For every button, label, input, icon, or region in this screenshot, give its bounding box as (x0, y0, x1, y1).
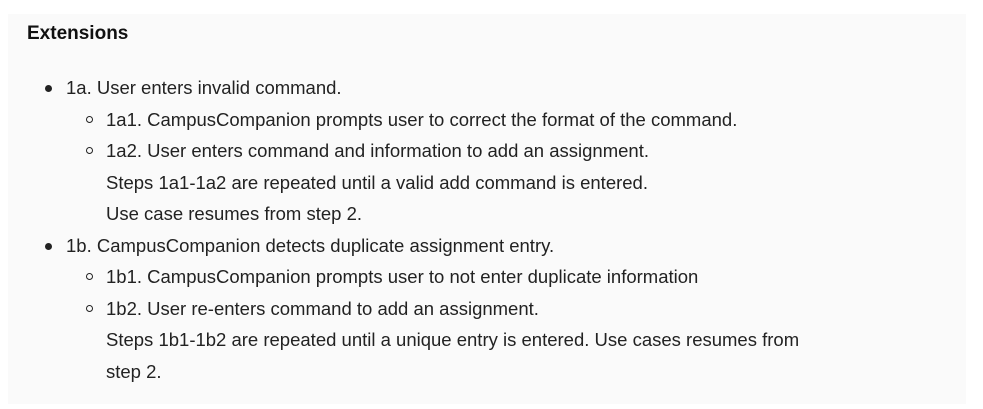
extension-text: 1a. User enters invalid command. (66, 77, 342, 98)
extensions-panel: Extensions 1a. User enters invalid comma… (8, 14, 966, 404)
bullet-disc-icon (45, 85, 52, 92)
bullet-circle-icon (86, 147, 93, 154)
sub-step-text: 1b1. CampusCompanion prompts user to not… (106, 266, 699, 287)
section-heading: Extensions (27, 23, 129, 44)
sub-step-text: 1a1. CampusCompanion prompts user to cor… (106, 108, 738, 130)
extensions-list: 1a. User enters invalid command. 1a1. Ca… (8, 72, 966, 387)
bullet-circle-icon (86, 304, 93, 312)
sub-step-text: 1a2. User enters command and information… (106, 140, 649, 161)
extension-item-1a: 1a. User enters invalid command. 1a1. Ca… (8, 72, 966, 230)
bullet-disc-icon (45, 242, 52, 250)
sub-step-note: Steps 1b1-1b2 are repeated until a uniqu… (106, 329, 800, 350)
sub-steps-list: 1a1. CampusCompanion prompts user to cor… (66, 104, 966, 230)
sub-step-item: 1b1. CampusCompanion prompts user to not… (66, 261, 966, 293)
bullet-circle-icon (86, 273, 93, 280)
extension-item-1b: 1b. CampusCompanion detects duplicate as… (8, 230, 966, 388)
sub-step-item: 1a2. User enters command and information… (66, 135, 966, 230)
sub-step-item: 1a1. CampusCompanion prompts user to cor… (66, 104, 966, 136)
bullet-circle-icon (86, 115, 93, 123)
sub-step-note: Steps 1a1-1a2 are repeated until a valid… (106, 171, 648, 193)
extension-text: 1b. CampusCompanion detects duplicate as… (66, 234, 555, 256)
sub-step-text: 1b2. User re-enters command to add an as… (106, 297, 539, 319)
sub-step-note: Use case resumes from step 2. (106, 203, 363, 224)
sub-step-note: step 2. (106, 360, 162, 382)
sub-step-item: 1b2. User re-enters command to add an as… (66, 293, 966, 388)
sub-steps-list: 1b1. CampusCompanion prompts user to not… (66, 261, 966, 387)
